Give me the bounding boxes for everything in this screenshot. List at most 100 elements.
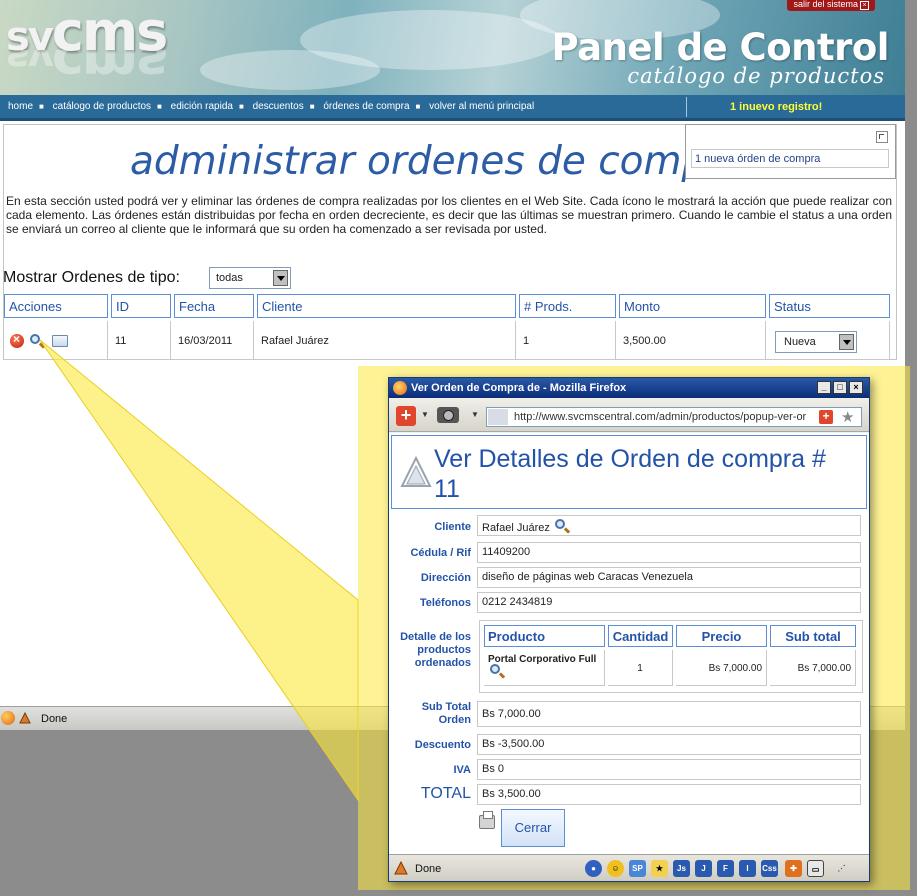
column-header-cliente: Cliente	[257, 294, 516, 318]
css-icon[interactable]: Css	[761, 860, 778, 877]
firefox-icon	[393, 381, 407, 395]
star-icon[interactable]: ★	[651, 860, 668, 877]
order-type-value: todas	[216, 272, 243, 284]
product-price-cell: Bs 7,000.00	[676, 650, 767, 686]
cedula-value: 11409200	[477, 542, 861, 563]
popup-titlebar: Ver Orden de Compra de - Mozilla Firefox…	[389, 378, 869, 398]
total-label: TOTAL	[420, 785, 471, 802]
panel-title: Panel de Control	[551, 26, 889, 69]
minimize-icon[interactable]	[876, 131, 888, 143]
site-header: svcms svcms salir del sistema × Panel de …	[0, 0, 905, 95]
product-name-cell: Portal Corporativo Full	[484, 650, 605, 686]
subtotal-label: Sub Total Orden	[421, 701, 471, 726]
add-icon[interactable]: +	[396, 406, 416, 426]
camera-icon[interactable]	[437, 407, 459, 423]
nav-item-ordenes[interactable]: órdenes de compra	[323, 101, 409, 112]
chevron-down-icon[interactable]	[839, 334, 854, 350]
nav-separator: ■	[238, 102, 244, 111]
search-icon[interactable]	[553, 519, 569, 531]
column-header-monto: Monto	[619, 294, 766, 318]
add-bookmark-icon[interactable]: +	[819, 410, 833, 424]
close-icon: ×	[860, 1, 869, 10]
popup-status-text: Done	[415, 863, 442, 875]
intro-paragraph: En esta sección usted podrá ver y elimin…	[6, 194, 892, 236]
direccion-value: diseño de páginas web Caracas Venezuela	[477, 567, 861, 588]
chevron-down-icon[interactable]: ▼	[471, 410, 479, 419]
site-icon	[488, 409, 508, 425]
addon-icon[interactable]	[18, 711, 32, 725]
nav-item-edicion-rapida[interactable]: edición rapida	[171, 101, 233, 112]
close-window-button[interactable]: ×	[849, 381, 863, 394]
nav-item-catalogo[interactable]: catálogo de productos	[53, 101, 151, 112]
js-icon[interactable]: Js	[673, 860, 690, 877]
iva-value: Bs 0	[477, 759, 861, 780]
puzzle-icon[interactable]: ✚	[785, 860, 802, 877]
star-icon[interactable]: ★	[841, 408, 854, 426]
panel-subtitle: catálogo de productos	[627, 64, 885, 88]
logout-link[interactable]: salir del sistema ×	[787, 0, 875, 11]
addon-icon[interactable]	[393, 860, 409, 876]
telefonos-label: Teléfonos	[419, 597, 471, 609]
nav-item-volver[interactable]: volver al menú principal	[429, 101, 534, 112]
column-header-acciones: Acciones	[4, 294, 108, 318]
telefonos-value: 0212 2434819	[477, 592, 861, 613]
table-cell-actions	[4, 321, 108, 360]
filter-label: Mostrar Ordenes de tipo:	[3, 269, 180, 286]
column-header-subtotal: Sub total	[770, 625, 856, 647]
total-value: Bs 3,500.00	[477, 784, 861, 805]
search-icon[interactable]	[488, 664, 502, 675]
column-header-cantidad: Cantidad	[608, 625, 673, 647]
detalle-label: Detalle de los productos ordenados	[400, 631, 471, 669]
column-header-id: ID	[111, 294, 171, 318]
firefox-icon	[1, 711, 15, 725]
status-select[interactable]: Nueva	[775, 331, 857, 353]
order-detail-title: Ver Detalles de Orden de compra # 11	[434, 445, 826, 503]
order-detail-popup-window: Ver Orden de Compra de - Mozilla Firefox…	[388, 377, 870, 882]
nav-item-home[interactable]: home	[8, 101, 33, 112]
new-record-alert[interactable]: 1 inuevo registro!	[730, 101, 822, 113]
url-bar[interactable]: http://www.svcmscentral.com/admin/produc…	[486, 407, 862, 427]
globe-icon[interactable]: ●	[585, 860, 602, 877]
url-text: http://www.svcmscentral.com/admin/produc…	[514, 411, 807, 423]
printer-icon[interactable]	[479, 811, 495, 829]
product-name: Portal Corporativo Full	[488, 654, 597, 665]
close-button[interactable]: Cerrar	[501, 809, 565, 847]
sp-icon[interactable]: SP	[629, 860, 646, 877]
direccion-label: Dirección	[420, 572, 471, 584]
smiley-icon[interactable]: ☺	[607, 860, 624, 877]
notification-popup: 1 nueva órden de compra	[685, 124, 896, 179]
minimize-button[interactable]: _	[817, 381, 831, 394]
iva-label: IVA	[453, 764, 471, 776]
popup-status-bar: Done ● ☺ SP ★ Js J F I Css ✚ ▭ ⋰	[389, 854, 869, 881]
nav-separator: ■	[309, 102, 315, 111]
table-cell-monto: 3,500.00	[619, 321, 766, 360]
nav-item-descuentos[interactable]: descuentos	[253, 101, 304, 112]
cliente-value: Rafael Juárez	[477, 515, 861, 536]
f-icon[interactable]: F	[717, 860, 734, 877]
product-subtotal-cell: Bs 7,000.00	[770, 650, 856, 686]
email-icon[interactable]	[52, 335, 68, 347]
table-cell-cliente: Rafael Juárez	[257, 321, 516, 360]
status-text: Done	[41, 713, 68, 725]
order-type-select[interactable]: todas	[209, 267, 291, 289]
descuento-label: Descuento	[414, 739, 471, 751]
nav-separator: ■	[157, 102, 162, 111]
cedula-label: Cédula / Rif	[410, 547, 471, 559]
notification-item[interactable]: 1 nueva órden de compra	[691, 149, 889, 168]
table-cell-id: 11	[111, 321, 171, 360]
resize-grip-icon[interactable]: ⋰	[833, 860, 850, 877]
table-cell-prods: 1	[519, 321, 616, 360]
logo-reflection: svcms	[6, 50, 167, 90]
chevron-down-icon[interactable]: ▼	[421, 410, 429, 419]
maximize-button[interactable]: □	[833, 381, 847, 394]
popup-content: Ver Detalles de Orden de compra # 11 Cli…	[389, 433, 869, 854]
delete-icon[interactable]	[10, 332, 24, 348]
i-icon[interactable]: I	[739, 860, 756, 877]
column-header-prods: # Prods.	[519, 294, 616, 318]
chevron-down-icon[interactable]	[273, 270, 288, 286]
window-icon[interactable]: ▭	[807, 860, 824, 877]
j-icon[interactable]: J	[695, 860, 712, 877]
nav-divider	[686, 97, 687, 117]
magnifier-icon	[30, 334, 40, 344]
view-icon[interactable]	[30, 334, 44, 348]
